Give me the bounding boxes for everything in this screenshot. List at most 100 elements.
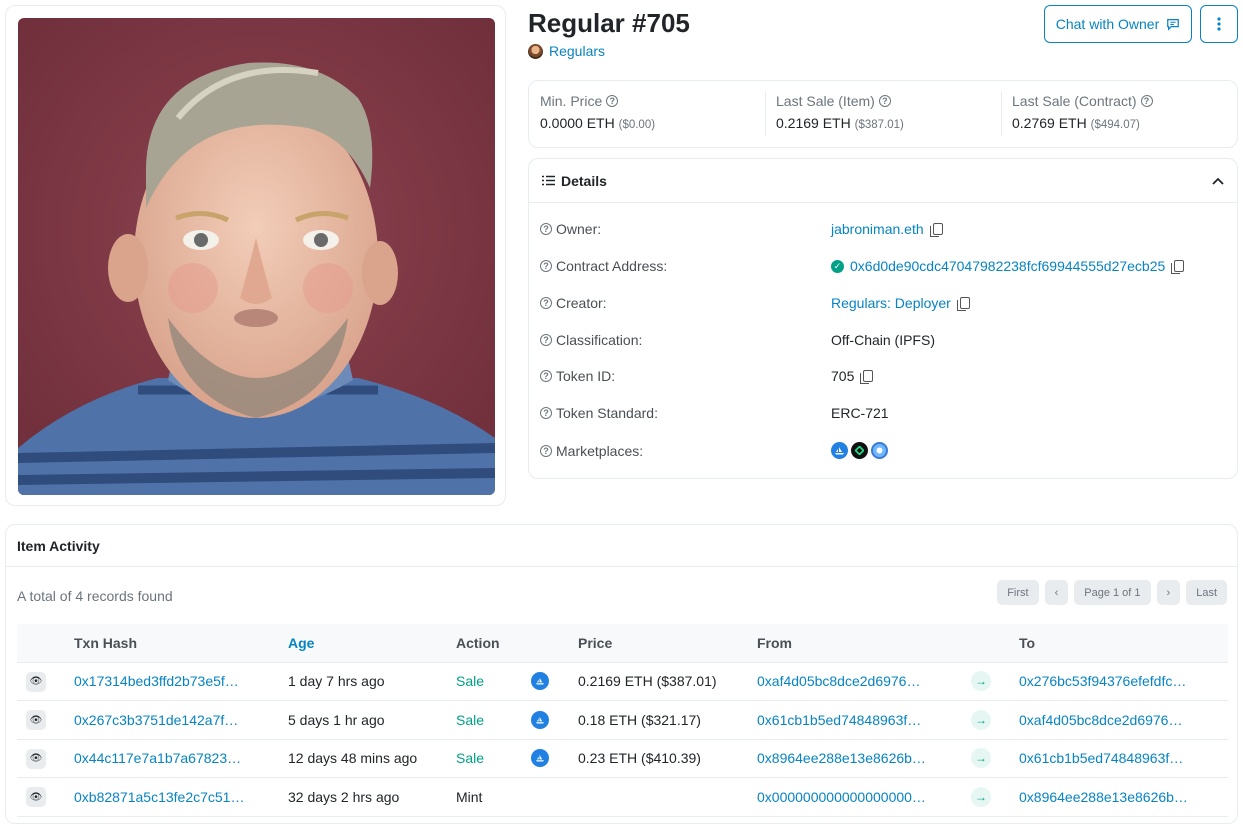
- details-title: Details: [561, 172, 607, 189]
- col-age[interactable]: Age: [288, 624, 456, 663]
- details-panel: Details ? Owner: jabroniman.eth ? Contract…: [528, 158, 1238, 479]
- stat-value: 0.2769 ETH: [1012, 115, 1087, 131]
- txn-hash-link[interactable]: 0x17314bed3ffd2b73e5f…: [74, 673, 239, 689]
- price-cell: 0.23 ETH ($410.39): [578, 739, 757, 778]
- age-cell: 5 days 1 hr ago: [288, 700, 456, 740]
- detail-label: Token Standard:: [556, 405, 658, 421]
- price-cell: [578, 777, 757, 817]
- copy-icon[interactable]: [956, 297, 970, 311]
- action-cell: Sale: [456, 700, 531, 740]
- detail-label: Owner:: [556, 221, 602, 237]
- help-icon[interactable]: ?: [540, 334, 552, 346]
- from-address-link[interactable]: 0x000000000000000000…: [757, 789, 926, 805]
- stat-min-price: Min. Price? 0.0000 ETH ($0.00): [529, 81, 765, 147]
- age-cell: 32 days 2 hrs ago: [288, 777, 456, 817]
- stat-last-sale-contract: Last Sale (Contract)? 0.2769 ETH ($494.0…: [1001, 81, 1237, 147]
- table-row: 👁 0x267c3b3751de142a7f… 5 days 1 hr ago …: [17, 700, 1228, 740]
- to-address-link[interactable]: 0x61cb1b5ed74848963f…: [1019, 750, 1183, 766]
- to-address-link[interactable]: 0x8964ee288e13e8626b…: [1019, 789, 1188, 805]
- price-cell: 0.18 ETH ($321.17): [578, 700, 757, 740]
- copy-icon[interactable]: [1171, 260, 1185, 274]
- nft-image[interactable]: [18, 18, 495, 495]
- action-cell: Mint: [456, 777, 531, 817]
- nft-image-card: [5, 5, 506, 506]
- item-activity-panel: Item Activity A total of 4 records found…: [5, 524, 1238, 824]
- collection-link[interactable]: Regulars: [528, 43, 605, 59]
- chat-with-owner-button[interactable]: Chat with Owner: [1044, 5, 1192, 43]
- from-address-link[interactable]: 0x8964ee288e13e8626b…: [757, 750, 926, 766]
- price-stats: Min. Price? 0.0000 ETH ($0.00) Last Sale…: [528, 80, 1238, 148]
- chat-icon: [1167, 19, 1180, 31]
- help-icon[interactable]: ?: [540, 407, 552, 419]
- col-price: Price: [578, 624, 757, 663]
- magic-eden-icon[interactable]: [851, 442, 868, 459]
- arrow-right-icon: →: [971, 709, 991, 730]
- from-address-link[interactable]: 0x61cb1b5ed74848963f…: [757, 712, 921, 728]
- help-icon[interactable]: ?: [1140, 95, 1153, 107]
- eye-icon[interactable]: 👁: [26, 710, 46, 730]
- txn-hash-link[interactable]: 0x44c117e7a1b7a67823…: [74, 750, 241, 766]
- more-options-button[interactable]: [1200, 5, 1238, 43]
- col-action: Action: [456, 624, 531, 663]
- owner-link[interactable]: jabroniman.eth: [831, 221, 924, 237]
- help-icon[interactable]: ?: [540, 370, 552, 382]
- details-header[interactable]: Details: [529, 159, 1237, 203]
- help-icon[interactable]: ?: [540, 223, 552, 235]
- collection-name[interactable]: Regulars: [549, 43, 605, 59]
- list-icon: [542, 175, 555, 186]
- detail-label: Classification:: [556, 332, 643, 348]
- chevron-up-icon[interactable]: [1212, 177, 1224, 185]
- first-page-button[interactable]: First: [997, 580, 1039, 605]
- creator-link[interactable]: Regulars: Deployer: [831, 295, 951, 311]
- collection-avatar: [528, 43, 543, 59]
- detail-classification: ? Classification: Off-Chain (IPFS): [540, 332, 1230, 348]
- from-address-link[interactable]: 0xaf4d05bc8dce2d6976…: [757, 673, 920, 689]
- to-address-link[interactable]: 0x276bc53f94376efefdfc…: [1019, 673, 1186, 689]
- eye-icon[interactable]: 👁: [26, 671, 46, 692]
- txn-hash-link[interactable]: 0xb82871a5c13fe2c7c51…: [74, 789, 244, 805]
- stat-usd: ($0.00): [618, 119, 656, 131]
- opensea-icon[interactable]: [531, 749, 549, 768]
- eye-icon[interactable]: 👁: [26, 787, 46, 807]
- opensea-icon[interactable]: [531, 710, 549, 729]
- page-indicator: Page 1 of 1: [1074, 580, 1151, 605]
- opensea-icon[interactable]: [531, 672, 549, 691]
- detail-contract: ? Contract Address: ✓ 0x6d0de90cdc47047982…: [540, 258, 1230, 274]
- more-vertical-icon: [1217, 17, 1221, 31]
- col-direction: [971, 624, 1019, 663]
- col-txn-hash: Txn Hash: [74, 624, 288, 663]
- detail-label: Creator:: [556, 295, 607, 311]
- to-address-link[interactable]: 0xaf4d05bc8dce2d6976…: [1019, 712, 1182, 728]
- last-page-button[interactable]: Last: [1186, 580, 1227, 605]
- txn-hash-link[interactable]: 0x267c3b3751de142a7f…: [74, 712, 238, 728]
- classification-value: Off-Chain (IPFS): [831, 332, 935, 348]
- price-cell: 0.2169 ETH ($387.01): [578, 662, 757, 701]
- age-cell: 1 day 7 hrs ago: [288, 662, 456, 701]
- col-from: From: [757, 624, 971, 663]
- action-cell: Sale: [456, 662, 531, 701]
- detail-label: Marketplaces:: [556, 442, 644, 459]
- help-icon[interactable]: ?: [540, 297, 552, 309]
- records-count: A total of 4 records found: [17, 588, 173, 604]
- detail-marketplaces: ? Marketplaces:: [540, 442, 1230, 459]
- eye-icon[interactable]: 👁: [26, 748, 46, 769]
- chat-label: Chat with Owner: [1055, 16, 1160, 32]
- arrow-right-icon: →: [971, 786, 991, 807]
- arrow-right-icon: →: [971, 748, 991, 769]
- detail-token-id: ? Token ID: 705: [540, 368, 1230, 384]
- contract-link[interactable]: 0x6d0de90cdc47047982238fcf69944555d27ecb…: [850, 258, 1165, 274]
- help-icon[interactable]: ?: [540, 444, 552, 457]
- help-icon[interactable]: ?: [606, 95, 619, 107]
- col-to: To: [1019, 624, 1228, 663]
- copy-icon[interactable]: [929, 223, 943, 237]
- stat-label: Last Sale (Contract): [1012, 93, 1137, 109]
- blur-icon[interactable]: [871, 442, 888, 459]
- next-page-button[interactable]: ›: [1156, 580, 1181, 605]
- help-icon[interactable]: ?: [540, 260, 552, 272]
- opensea-icon[interactable]: [831, 442, 848, 459]
- copy-icon[interactable]: [860, 370, 874, 384]
- detail-label: Contract Address:: [556, 258, 668, 274]
- help-icon[interactable]: ?: [878, 95, 891, 107]
- prev-page-button[interactable]: ‹: [1044, 580, 1069, 605]
- token-standard-value: ERC-721: [831, 405, 889, 421]
